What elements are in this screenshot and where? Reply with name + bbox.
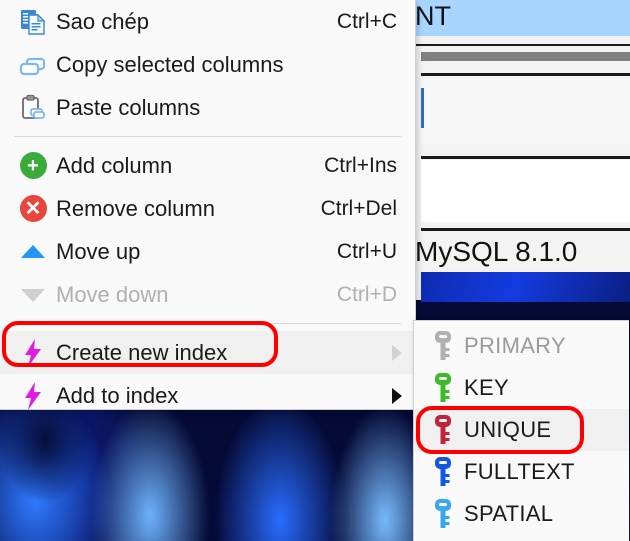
menu-item-move-down[interactable]: Move down Ctrl+D <box>0 273 415 316</box>
submenu-item-primary[interactable]: PRIMARY <box>414 325 629 367</box>
key-icon <box>422 497 464 531</box>
menu-item-paste-columns[interactable]: Paste columns <box>0 86 415 129</box>
submenu-item-label: FULLTEXT <box>464 459 575 484</box>
submenu-item-spatial[interactable]: SPATIAL <box>414 493 629 535</box>
menu-item-shortcut: Ctrl+D <box>336 282 397 306</box>
menu-item-label: Move up <box>56 238 141 264</box>
panel-white-area <box>421 160 630 222</box>
chevron-right-icon <box>392 344 402 361</box>
panel-gray-band <box>421 52 630 61</box>
menu-item-move-up[interactable]: Move up Ctrl+U <box>0 230 415 273</box>
copy-icon <box>10 5 56 39</box>
status-bar-text: MySQL 8.1.0 <box>415 236 578 267</box>
menu-separator-1 <box>14 136 401 137</box>
panel-focus-caret <box>421 88 424 128</box>
menu-item-shortcut: Ctrl+C <box>336 9 397 33</box>
menu-item-sao-chep[interactable]: Sao chép Ctrl+C <box>0 0 415 43</box>
menu-separator-2 <box>14 323 401 324</box>
taskbar-blue-strip <box>421 272 630 302</box>
remove-circle-icon: ✕ <box>10 192 56 226</box>
menu-item-label: Copy selected columns <box>56 51 284 77</box>
grid-cell-text: NT <box>415 1 451 31</box>
menu-item-label: Remove column <box>56 195 215 221</box>
menu-item-label: Move down <box>56 281 169 307</box>
submenu-item-key[interactable]: KEY <box>414 367 629 409</box>
menu-item-label: Add column <box>56 152 173 178</box>
triangle-down-icon <box>10 278 56 312</box>
index-type-submenu[interactable]: PRIMARY KEY UNIQUE FULLTEXT SPATIAL <box>413 320 629 541</box>
paste-icon <box>10 91 56 125</box>
chevron-right-icon <box>392 387 402 404</box>
menu-item-remove-column[interactable]: ✕ Remove column Ctrl+Del <box>0 187 415 230</box>
screenshot-root: NT MySQL 8.1.0 Sao chép Ctrl+C Copy sele… <box>0 0 630 541</box>
context-menu[interactable]: Sao chép Ctrl+C Copy selected columns Pa… <box>0 0 416 410</box>
submenu-item-unique[interactable]: UNIQUE <box>414 409 629 451</box>
submenu-item-label: SPATIAL <box>464 501 554 526</box>
panel-divider-4 <box>421 228 630 231</box>
menu-item-add-to-index[interactable]: Add to index <box>0 374 415 417</box>
submenu-item-fulltext[interactable]: FULLTEXT <box>414 451 629 493</box>
key-icon <box>422 329 464 363</box>
key-icon <box>422 371 464 405</box>
lightning-icon <box>10 379 56 413</box>
submenu-item-label: PRIMARY <box>464 333 566 358</box>
menu-item-shortcut: Ctrl+U <box>336 239 397 263</box>
panel-divider-1 <box>416 44 630 46</box>
submenu-item-label: UNIQUE <box>464 417 552 442</box>
menu-item-add-column[interactable]: + Add column Ctrl+Ins <box>0 144 415 187</box>
menu-item-copy-selected-columns[interactable]: Copy selected columns <box>0 43 415 86</box>
key-icon <box>422 455 464 489</box>
panel-divider-2 <box>421 73 630 76</box>
menu-item-label: Sao chép <box>56 8 149 34</box>
menu-item-shortcut: Ctrl+Ins <box>324 153 397 177</box>
submenu-item-label: KEY <box>464 375 509 400</box>
menu-item-label: Add to index <box>56 382 179 408</box>
panel-divider-3 <box>421 156 630 159</box>
panel-light-area <box>421 78 630 144</box>
key-icon <box>422 413 464 447</box>
copy-columns-icon <box>10 48 56 82</box>
menu-item-label: Paste columns <box>56 94 201 120</box>
menu-item-label: Create new index <box>56 339 228 365</box>
menu-item-shortcut: Ctrl+Del <box>320 196 397 220</box>
add-circle-icon: + <box>10 149 56 183</box>
lightning-icon <box>10 336 56 370</box>
triangle-up-icon <box>10 235 56 269</box>
menu-item-create-new-index[interactable]: Create new index <box>0 331 415 374</box>
